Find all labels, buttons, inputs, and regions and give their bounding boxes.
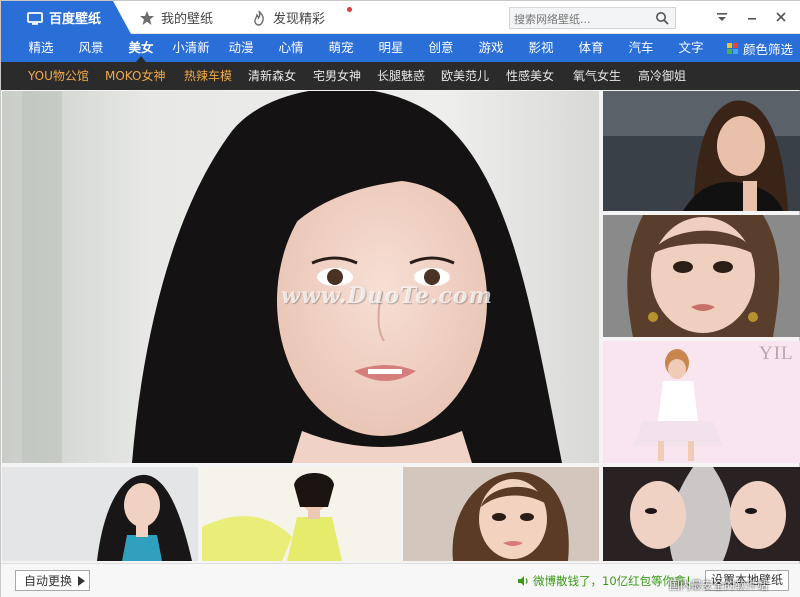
close-icon[interactable] bbox=[774, 10, 788, 24]
portrait-photo bbox=[603, 467, 800, 561]
wallpaper-tile[interactable]: YIL bbox=[603, 341, 800, 463]
speaker-icon bbox=[518, 576, 528, 586]
search-input[interactable] bbox=[510, 9, 650, 30]
subcategory-item[interactable]: 氧气女生 bbox=[573, 62, 621, 90]
watermark-text: www.DuoTe.com bbox=[281, 283, 493, 309]
menu-icon[interactable] bbox=[715, 10, 729, 24]
subcategory-item[interactable]: 清新森女 bbox=[248, 62, 296, 90]
tile-logo-text: YIL bbox=[759, 343, 794, 364]
category-item[interactable]: 明星 bbox=[373, 34, 409, 62]
category-item[interactable]: 萌宠 bbox=[323, 34, 359, 62]
color-filter-button[interactable]: 颜色筛选 bbox=[727, 34, 793, 62]
portrait-photo bbox=[2, 91, 599, 463]
category-item[interactable]: 影视 bbox=[523, 34, 559, 62]
category-item[interactable]: 动漫 bbox=[223, 34, 259, 62]
tab-my-wallpaper[interactable]: 我的壁纸 bbox=[139, 1, 239, 34]
star-icon bbox=[140, 10, 154, 25]
portrait-photo bbox=[403, 467, 599, 561]
subcategory-item[interactable]: MOKO女神 bbox=[105, 62, 165, 90]
auto-change-button[interactable]: 自动更换 bbox=[15, 570, 90, 591]
tab-label: 百度壁纸 bbox=[49, 12, 102, 27]
category-item[interactable]: 小清新 bbox=[169, 34, 213, 62]
subcategory-item[interactable]: YOU物公馆 bbox=[28, 62, 89, 90]
auto-change-label: 自动更换 bbox=[24, 574, 73, 588]
wallpaper-tile[interactable] bbox=[403, 467, 599, 561]
wallpaper-tile[interactable] bbox=[603, 91, 800, 211]
site-watermark-text: 国内最安全的软件站 bbox=[669, 579, 768, 592]
category-item[interactable]: 精选 bbox=[23, 34, 59, 62]
portrait-photo bbox=[2, 467, 198, 561]
tv-icon bbox=[27, 11, 43, 25]
subcategory-item[interactable]: 长腿魅惑 bbox=[377, 62, 425, 90]
wallpaper-tile[interactable] bbox=[603, 467, 800, 561]
title-bar: 百度壁纸 我的壁纸 发现精彩 bbox=[1, 1, 800, 34]
category-item[interactable]: 体育 bbox=[573, 34, 609, 62]
category-item[interactable]: 创意 bbox=[423, 34, 459, 62]
notification-dot bbox=[347, 7, 352, 12]
category-item[interactable]: 风景 bbox=[73, 34, 109, 62]
tab-baidu-wallpaper[interactable]: 百度壁纸 bbox=[1, 1, 131, 34]
subcategory-item[interactable]: 性感美女 bbox=[506, 62, 554, 90]
wallpaper-app-window: 百度壁纸 我的壁纸 发现精彩 搜索网络壁纸... 精选 风景 美女 小清新 动漫… bbox=[0, 0, 800, 597]
minimize-icon[interactable] bbox=[745, 10, 759, 24]
color-filter-label: 颜色筛选 bbox=[743, 41, 794, 57]
subcategory-item[interactable]: 高冷御姐 bbox=[638, 62, 686, 90]
portrait-photo bbox=[202, 467, 399, 561]
tab-discover[interactable]: 发现精彩 bbox=[251, 1, 361, 34]
portrait-photo bbox=[603, 215, 800, 337]
subcategory-item[interactable]: 宅男女神 bbox=[313, 62, 361, 90]
color-grid-icon bbox=[727, 42, 738, 54]
subcategory-bar: YOU物公馆 MOKO女神 热辣车模 清新森女 宅男女神 长腿魅惑 欧美范儿 性… bbox=[1, 62, 800, 90]
search-icon[interactable] bbox=[655, 11, 669, 25]
subcategory-item[interactable]: 欧美范儿 bbox=[441, 62, 489, 90]
category-item[interactable]: 游戏 bbox=[473, 34, 509, 62]
category-item[interactable]: 文字 bbox=[673, 34, 709, 62]
search-box bbox=[509, 7, 676, 30]
tab-label: 发现精彩 bbox=[273, 12, 326, 27]
category-bar: 精选 风景 美女 小清新 动漫 心情 萌宠 明星 创意 游戏 影视 体育 汽车 … bbox=[1, 34, 800, 62]
tab-label: 我的壁纸 bbox=[161, 12, 214, 27]
subcategory-item[interactable]: 热辣车模 bbox=[184, 62, 232, 90]
wallpaper-tile-featured[interactable] bbox=[2, 91, 599, 463]
flame-icon bbox=[254, 10, 264, 26]
wallpaper-tile[interactable] bbox=[603, 215, 800, 337]
portrait-photo bbox=[603, 91, 800, 211]
wallpaper-tile[interactable] bbox=[2, 467, 198, 561]
play-icon bbox=[78, 575, 86, 586]
category-item[interactable]: 汽车 bbox=[623, 34, 659, 62]
category-item[interactable]: 心情 bbox=[273, 34, 309, 62]
wallpaper-tile[interactable] bbox=[202, 467, 399, 561]
